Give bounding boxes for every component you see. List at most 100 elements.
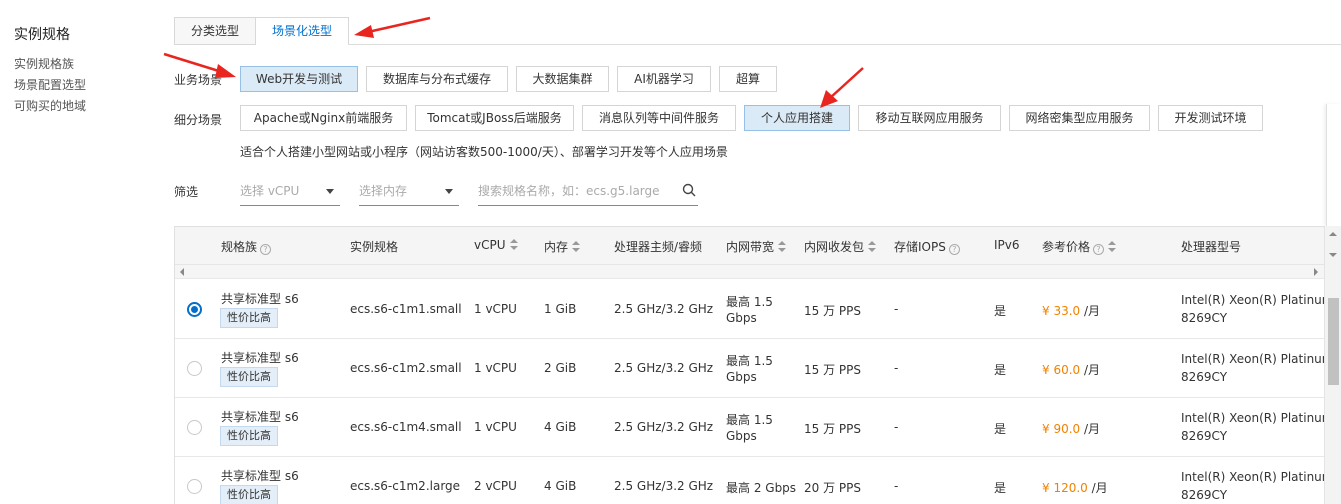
cell-iops: - (894, 302, 899, 316)
sort-icon[interactable] (1108, 241, 1117, 252)
sort-icon[interactable] (572, 241, 581, 252)
cell-family: 共享标准型 s6 (221, 292, 299, 306)
tab-category-selection[interactable]: 分类选型 (174, 17, 257, 45)
chip-web-dev-test[interactable]: Web开发与测试 (240, 66, 358, 92)
tab-scenario-selection[interactable]: 场景化选型 (256, 17, 350, 45)
chip-database-cache[interactable]: 数据库与分布式缓存 (366, 66, 508, 92)
price-value: ¥ 90.0 (1042, 422, 1081, 436)
cell-bandwidth-line2: Gbps (726, 370, 757, 384)
vcpu-select[interactable]: 选择 vCPU (240, 180, 340, 206)
row-select-radio[interactable] (187, 420, 202, 435)
cell-bandwidth-line2: Gbps (726, 429, 757, 443)
row-select-radio[interactable] (187, 479, 202, 494)
header-vcpu[interactable]: vCPU (474, 238, 518, 252)
cell-ipv6: 是 (994, 422, 1007, 436)
cell-memory: 1 GiB (544, 302, 577, 316)
cell-vcpu: 1 vCPU (474, 302, 517, 316)
price-unit: /月 (1080, 363, 1101, 377)
chip-ai-ml[interactable]: AI机器学习 (617, 66, 711, 92)
spec-search-input[interactable]: 搜索规格名称，如：ecs.g5.large (478, 180, 698, 206)
cell-pps: 20 万 PPS (804, 481, 861, 495)
scrollbar-thumb[interactable] (1328, 298, 1339, 385)
cell-iops: - (894, 361, 899, 375)
help-icon[interactable]: ? (948, 244, 960, 255)
table-row[interactable]: 共享标准型 s6 性价比高 ecs.s6-c1m4.small 1 vCPU 4 GiB… (175, 398, 1325, 457)
cell-iops: - (894, 420, 899, 434)
scenario-description: 适合个人搭建小型网站或小程序（网站访客数500-1000/天）、部署学习开发等个… (240, 145, 728, 159)
price-value: ¥ 60.0 (1042, 363, 1081, 377)
row-select-radio[interactable] (187, 302, 202, 317)
cell-ipv6: 是 (994, 304, 1007, 318)
cell-bandwidth-line1: 最高 1.5 (726, 354, 773, 368)
left-nav-item-scenario-config[interactable]: 场景配置选型 (14, 75, 154, 96)
sort-icon[interactable] (868, 241, 877, 252)
cell-iops: - (894, 479, 899, 493)
header-family: 规格族? (221, 238, 272, 255)
scroll-left-icon[interactable] (180, 268, 184, 276)
search-icon[interactable] (682, 183, 696, 197)
instance-spec-table: 规格族? 实例规格 vCPU 内存 处理器主频/睿频 内网带宽 内网收发包 存储… (174, 226, 1325, 504)
table-row[interactable]: 共享标准型 s6 性价比高 ecs.s6-c1m1.small 1 vCPU 1 GiB… (175, 280, 1325, 339)
row-select-radio[interactable] (187, 361, 202, 376)
sort-icon[interactable] (509, 239, 518, 250)
spec-search-placeholder: 搜索规格名称，如：ecs.g5.large (478, 184, 660, 198)
chip-mobile-internet[interactable]: 移动互联网应用服务 (858, 105, 1001, 131)
table-row[interactable]: 共享标准型 s6 性价比高 ecs.s6-c1m2.large 2 vCPU 4 GiB… (175, 457, 1325, 504)
memory-select-placeholder: 选择内存 (359, 184, 408, 198)
help-icon[interactable]: ? (260, 244, 272, 255)
cell-pps: 15 万 PPS (804, 304, 861, 318)
horizontal-scrollbar[interactable] (175, 265, 1325, 279)
scroll-up-icon[interactable] (1329, 232, 1337, 236)
cell-vcpu: 1 vCPU (474, 420, 517, 434)
vertical-scrollbar[interactable] (1324, 226, 1341, 504)
table-row[interactable]: 共享标准型 s6 性价比高 ecs.s6-c1m2.small 1 vCPU 2 GiB… (175, 339, 1325, 398)
sub-scenario-label: 细分场景 (174, 113, 223, 127)
scroll-down-icon[interactable] (1329, 253, 1337, 257)
vcpu-select-placeholder: 选择 vCPU (240, 184, 300, 198)
right-edge-panel (1326, 104, 1341, 226)
left-nav-item-regions[interactable]: 可购买的地域 (14, 96, 154, 117)
left-nav-item-instance-family[interactable]: 实例规格族 (14, 54, 154, 75)
chip-hpc[interactable]: 超算 (719, 66, 777, 92)
header-memory[interactable]: 内存 (544, 238, 581, 255)
chip-personal-app[interactable]: 个人应用搭建 (744, 105, 850, 131)
chip-network-intensive[interactable]: 网络密集型应用服务 (1009, 105, 1150, 131)
value-tag-badge: 性价比高 (220, 426, 278, 446)
price-unit: /月 (1087, 481, 1108, 495)
cell-vcpu: 1 vCPU (474, 361, 517, 375)
sort-icon[interactable] (778, 241, 787, 252)
memory-select[interactable]: 选择内存 (359, 180, 459, 206)
cell-cpu-model-line1: Intel(R) Xeon(R) Platinum (1181, 411, 1325, 425)
value-tag-badge: 性价比高 (220, 485, 278, 504)
price-unit: /月 (1080, 422, 1101, 436)
cell-pps: 15 万 PPS (804, 363, 861, 377)
cell-frequency: 2.5 GHz/3.2 GHz (614, 361, 714, 375)
chip-message-queue[interactable]: 消息队列等中间件服务 (582, 105, 736, 131)
cell-frequency: 2.5 GHz/3.2 GHz (614, 420, 714, 434)
table-header: 规格族? 实例规格 vCPU 内存 处理器主频/睿频 内网带宽 内网收发包 存储… (175, 227, 1325, 265)
cell-cpu-model-line2: 8269CY (1181, 429, 1228, 443)
header-price[interactable]: 参考价格? (1042, 238, 1117, 255)
cell-cpu-model-line1: Intel(R) Xeon(R) Platinum (1181, 352, 1325, 366)
chip-tomcat-jboss[interactable]: Tomcat或JBoss后端服务 (415, 105, 574, 131)
chevron-down-icon (326, 189, 334, 194)
cell-cpu-model-line2: 8269CY (1181, 370, 1228, 384)
chip-apache-nginx[interactable]: Apache或Nginx前端服务 (240, 105, 407, 131)
price-value: ¥ 120.0 (1042, 481, 1088, 495)
selection-tabs: 分类选型 场景化选型 (174, 17, 350, 45)
annotation-arrow-icon (354, 16, 431, 38)
chip-big-data[interactable]: 大数据集群 (516, 66, 609, 92)
cell-spec: ecs.s6-c1m2.small (350, 361, 462, 375)
scroll-right-icon[interactable] (1314, 268, 1318, 276)
header-pps[interactable]: 内网收发包 (804, 238, 877, 255)
cell-ipv6: 是 (994, 363, 1007, 377)
header-bandwidth[interactable]: 内网带宽 (726, 238, 787, 255)
cell-family: 共享标准型 s6 (221, 469, 299, 483)
chip-dev-test-env[interactable]: 开发测试环境 (1158, 105, 1263, 131)
chevron-down-icon (445, 189, 453, 194)
help-icon[interactable]: ? (1093, 244, 1105, 255)
cell-memory: 4 GiB (544, 479, 577, 493)
left-nav-title: 实例规格 (14, 27, 70, 43)
cell-bandwidth-line1: 最高 1.5 (726, 413, 773, 427)
cell-frequency: 2.5 GHz/3.2 GHz (614, 302, 714, 316)
